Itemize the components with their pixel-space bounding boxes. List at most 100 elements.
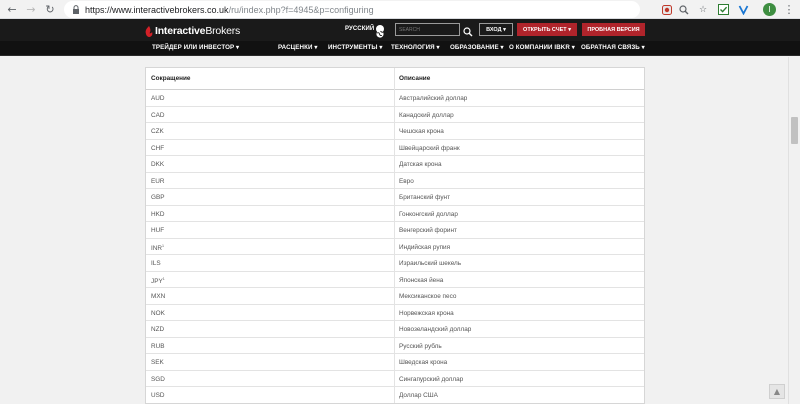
table-row: CAD Канадский доллар xyxy=(146,107,644,123)
arrow-up-icon: ▲ xyxy=(773,387,781,396)
back-button[interactable]: ← xyxy=(3,0,21,19)
column-header-code: Сокращение xyxy=(151,75,191,82)
table-row: EUR Евро xyxy=(146,173,644,189)
footnote-marker[interactable]: 1 xyxy=(163,277,165,281)
table-row: AUD Австралийский доллар xyxy=(146,90,644,107)
currency-code: GBP xyxy=(151,194,165,201)
search-input[interactable] xyxy=(395,23,460,36)
browser-toolbar: ← → ↻ https://www.interactivebrokers.co.… xyxy=(0,0,800,19)
currency-description: Шведская крона xyxy=(399,359,448,366)
currency-code-text: USD xyxy=(151,392,165,399)
table-row: RUB Русский рубль xyxy=(146,338,644,354)
currency-code: SEK xyxy=(151,359,164,366)
currency-code: AUD xyxy=(151,95,165,102)
currency-code: CAD xyxy=(151,112,165,119)
currency-code-text: CHF xyxy=(151,144,165,152)
currency-code: INR1 xyxy=(151,244,164,252)
table-row: DKK Датская крона xyxy=(146,156,644,173)
table-row: CHF Швейцарский франк xyxy=(146,140,644,156)
table-row: USD Доллар США xyxy=(146,387,644,403)
lock-icon xyxy=(72,5,80,14)
arrow-left-icon: ← xyxy=(7,3,17,16)
star-icon: ☆ xyxy=(698,4,708,15)
browser-menu-button[interactable]: ⋮ xyxy=(784,2,795,17)
currency-code: SGD xyxy=(151,376,165,383)
currency-code: DKK xyxy=(151,161,164,168)
currency-code-text: NZD xyxy=(151,326,165,333)
footnote-marker[interactable]: 1 xyxy=(162,244,164,248)
currency-code-text: RUB xyxy=(151,342,165,350)
trial-version-button[interactable]: ПРОБНАЯ ВЕРСИЯ xyxy=(582,23,645,36)
extension-icon-v[interactable] xyxy=(735,1,751,18)
table-row: CZK Чешская крона xyxy=(146,123,644,140)
currency-code: JPY1 xyxy=(151,277,165,285)
table-row: MXN Мексиканское песо xyxy=(146,288,644,305)
search-icon[interactable] xyxy=(463,24,473,37)
arrow-right-icon: → xyxy=(26,3,36,16)
currency-code-text: CZK xyxy=(151,128,164,135)
table-header-row: Сокращение Описание xyxy=(146,68,644,90)
currency-description: Датская крона xyxy=(399,161,442,168)
nav-item-education[interactable]: ОБРАЗОВАНИЕ ▾ xyxy=(450,44,504,51)
profile-avatar[interactable]: I xyxy=(763,3,776,16)
magnifier-icon xyxy=(679,4,689,14)
page-scrollbar[interactable] xyxy=(788,57,800,404)
currency-code: HUF xyxy=(151,227,164,234)
back-to-top-button[interactable]: ▲ xyxy=(769,384,785,399)
table-row: HUF Венгерский форинт xyxy=(146,222,644,239)
column-divider xyxy=(394,68,395,403)
column-header-description: Описание xyxy=(399,75,431,82)
currency-description: Русский рубль xyxy=(399,342,442,350)
nav-item-pricing[interactable]: РАСЦЕНКИ ▾ xyxy=(278,44,318,51)
checkmark-extension-icon xyxy=(717,4,729,15)
logo-text-regular: Brokers xyxy=(205,25,241,37)
currency-code-text: DKK xyxy=(151,161,165,168)
forward-button[interactable]: → xyxy=(22,0,40,19)
currency-code: USD xyxy=(151,392,165,399)
currency-code-text: HUF xyxy=(151,227,165,234)
currency-code-text: JPY xyxy=(151,277,163,285)
currency-description: Мексиканское песо xyxy=(399,293,457,300)
nav-item-instruments[interactable]: ИНСТРУМЕНТЫ ▾ xyxy=(328,44,383,51)
currency-code-text: GBP xyxy=(151,194,165,201)
bookmark-star-button[interactable]: ☆ xyxy=(695,1,711,18)
currency-code-text: HKD xyxy=(151,210,165,218)
address-bar[interactable]: https://www.interactivebrokers.co.uk/ru/… xyxy=(64,1,640,18)
globe-icon[interactable] xyxy=(376,25,384,38)
currency-code-text: NOK xyxy=(151,309,165,317)
table-row: ILS Израильский шекель xyxy=(146,255,644,272)
currency-description: Британский фунт xyxy=(399,194,451,201)
scrollbar-thumb[interactable] xyxy=(791,117,798,144)
currency-description: Израильский шекель xyxy=(399,260,462,267)
currency-code-text: INR xyxy=(151,244,163,252)
nav-item-trader-investor[interactable]: ТРЕЙДЕР ИЛИ ИНВЕСТОР ▾ xyxy=(152,44,239,51)
table-row: HKD Гонконгский доллар xyxy=(146,206,644,222)
table-row: JPY1 Японская йена xyxy=(146,272,644,288)
extension-icon-check[interactable] xyxy=(715,1,731,18)
nav-item-technology[interactable]: ТЕХНОЛОГИЯ ▾ xyxy=(391,44,440,51)
currency-code: ILS xyxy=(151,260,161,267)
extension-icon-shield[interactable] xyxy=(659,1,675,18)
currency-code-text: MXN xyxy=(151,293,166,300)
logo-text-bold: Interactive xyxy=(155,25,206,37)
ib-logo[interactable]: InteractiveBrokers xyxy=(145,25,240,37)
currency-code: CZK xyxy=(151,128,164,135)
currency-code: EUR xyxy=(151,178,165,185)
table-row: GBP Британский фунт xyxy=(146,189,644,206)
table-row: INR1 Индийская рупия xyxy=(146,239,644,255)
currency-code-text: CAD xyxy=(151,111,165,119)
currency-code: NZD xyxy=(151,326,164,333)
reload-button[interactable]: ↻ xyxy=(41,0,59,19)
login-button[interactable]: ВХОД ▾ xyxy=(479,23,513,36)
table-row: NZD Новозеландский доллар xyxy=(146,321,644,338)
currency-description: Евро xyxy=(399,177,414,185)
currency-code-text: SEK xyxy=(151,359,164,366)
currency-description: Сингапурский доллар xyxy=(399,375,464,383)
nav-item-about[interactable]: О КОМПАНИИ IBKR ▾ xyxy=(509,44,575,51)
zoom-button[interactable] xyxy=(676,1,692,18)
language-selector[interactable]: РУССКИЙ xyxy=(345,26,374,32)
nav-item-feedback[interactable]: ОБРАТНАЯ СВЯЗЬ ▾ xyxy=(581,44,645,51)
table-row: SEK Шведская крона xyxy=(146,354,644,371)
currency-description: Гонконгский доллар xyxy=(399,210,458,218)
open-account-button[interactable]: ОТКРЫТЬ СЧЕТ ▾ xyxy=(517,23,577,36)
